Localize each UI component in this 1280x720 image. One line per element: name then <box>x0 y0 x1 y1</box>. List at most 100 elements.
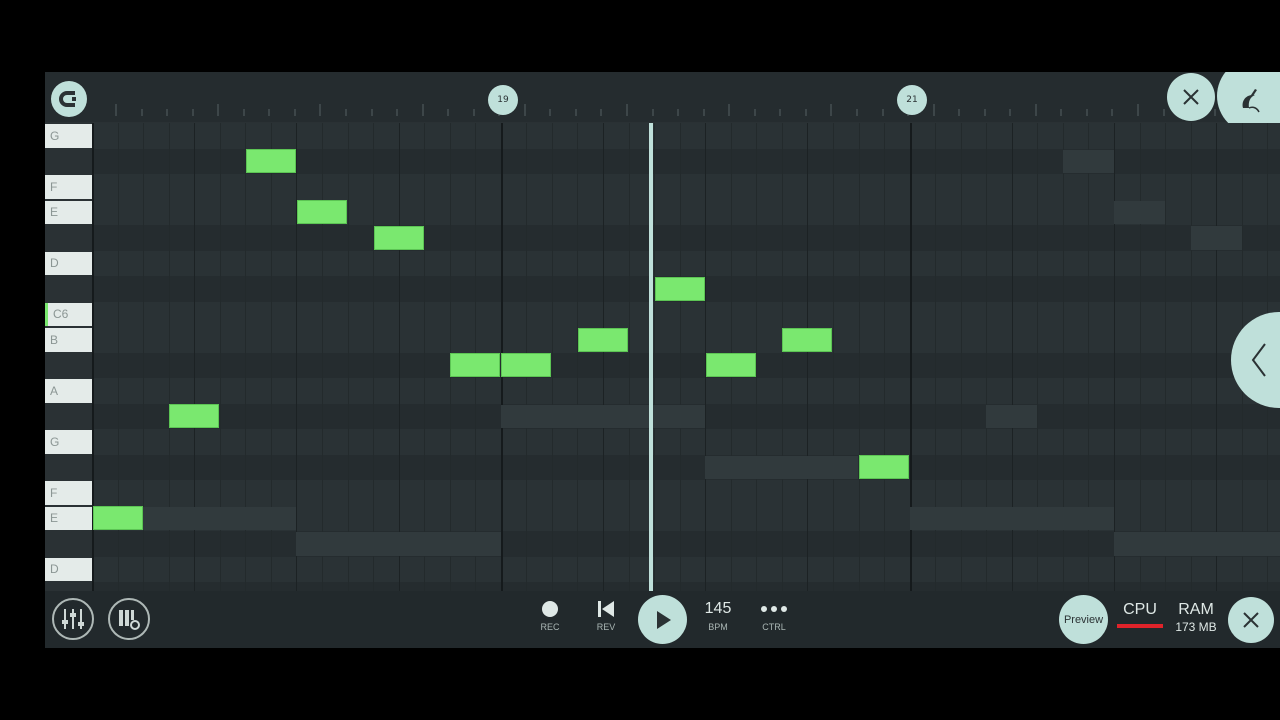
ruler-tick <box>574 109 577 116</box>
grid-line <box>858 123 860 591</box>
mixer-button[interactable] <box>52 598 94 640</box>
ruler-tick <box>191 109 194 116</box>
grid-line <box>756 123 758 591</box>
note-block[interactable] <box>245 149 296 173</box>
note-block[interactable] <box>501 353 552 377</box>
bar-marker-19[interactable]: 19 <box>488 85 518 115</box>
note-block[interactable] <box>577 327 629 352</box>
ghost-note <box>1062 149 1114 173</box>
close-app-button[interactable] <box>1228 597 1274 643</box>
piano-key-g[interactable]: G <box>45 124 92 148</box>
piano-settings-button[interactable] <box>108 598 150 640</box>
ghost-note <box>500 404 706 428</box>
ghost-note <box>296 532 501 556</box>
note-block[interactable] <box>296 200 347 224</box>
ruler-tick <box>421 104 424 116</box>
ruler-tick <box>523 104 526 116</box>
ruler-tick <box>549 109 552 116</box>
grid-line <box>679 123 681 591</box>
close-editor-button[interactable] <box>1167 73 1215 121</box>
ghost-note <box>705 455 859 479</box>
ruler-tick <box>140 109 143 116</box>
record-button[interactable]: REC <box>530 599 570 644</box>
grid-line <box>398 123 400 591</box>
mixer-icon <box>62 609 84 629</box>
grid-line <box>1190 123 1192 591</box>
magnet-snap-button[interactable] <box>51 81 87 117</box>
record-icon <box>542 601 558 617</box>
ruler-tick <box>855 109 858 116</box>
note-block[interactable] <box>782 327 833 352</box>
grid-line <box>551 123 553 591</box>
magnet-icon <box>59 91 76 107</box>
grid-line <box>603 123 604 591</box>
piano-key-f[interactable]: F <box>45 175 92 199</box>
piano-key-e[interactable]: E <box>45 506 92 530</box>
ghost-note <box>143 506 297 530</box>
ruler-tick <box>166 109 169 116</box>
ghost-note <box>1114 532 1280 556</box>
note-block[interactable] <box>705 353 756 377</box>
ruler-tick <box>447 109 450 116</box>
note-block[interactable] <box>373 225 424 250</box>
ruler-tick <box>881 109 884 116</box>
piano-key-b[interactable]: B <box>45 328 92 352</box>
grid-line <box>781 123 783 591</box>
playhead[interactable] <box>649 123 653 591</box>
ruler-tick <box>115 104 117 116</box>
play-button[interactable] <box>638 595 687 644</box>
fruit-logo-icon <box>1242 89 1260 113</box>
bar-marker-21[interactable]: 21 <box>897 85 927 115</box>
ruler-tick <box>804 109 807 116</box>
ruler-tick <box>677 109 680 116</box>
note-block[interactable] <box>450 353 501 377</box>
piano-key-c6[interactable]: C6 <box>45 302 92 326</box>
piano-key-a[interactable]: A <box>45 379 92 403</box>
preview-button[interactable]: Preview <box>1059 595 1108 644</box>
grid-line <box>424 123 426 591</box>
tempo-label: BPM <box>708 622 728 632</box>
grid-line <box>1216 123 1218 591</box>
ruler-tick <box>1137 104 1139 116</box>
tempo-button[interactable]: 145 BPM <box>698 599 738 644</box>
controls-button[interactable]: CTRL <box>754 599 794 644</box>
piano-key-d[interactable]: D <box>45 251 92 275</box>
note-block[interactable] <box>92 506 143 530</box>
ruler-tick <box>319 104 322 116</box>
cpu-meter: CPU <box>1117 601 1163 628</box>
piano-key-g[interactable]: G <box>45 430 92 454</box>
ruler-tick <box>344 109 347 116</box>
ruler-tick <box>600 109 603 116</box>
rewind-button[interactable]: REV <box>586 599 626 644</box>
ruler-tick <box>293 109 296 116</box>
ruler-tick <box>830 104 833 116</box>
rewind-icon <box>598 601 614 617</box>
note-block[interactable] <box>654 276 705 301</box>
note-block[interactable] <box>169 404 220 428</box>
ruler-tick <box>1009 109 1012 116</box>
close-icon <box>1183 89 1199 105</box>
note-grid[interactable] <box>92 123 1280 591</box>
ruler-tick <box>958 109 961 116</box>
piano-settings-icon <box>119 610 140 630</box>
ruler-tick <box>268 109 271 116</box>
ghost-note <box>1190 226 1242 250</box>
ruler-tick <box>932 104 935 116</box>
piano-roll-app: 19 21 G F E D C6 B A G F E D REC REV 145… <box>45 72 1280 648</box>
ram-meter: RAM 173 MB <box>1171 601 1221 634</box>
cpu-label: CPU <box>1123 601 1157 618</box>
piano-keyboard[interactable]: G F E D C6 B A G F E D <box>45 123 92 591</box>
grid-line <box>296 123 298 591</box>
piano-key-f[interactable]: F <box>45 481 92 505</box>
grid-line <box>577 123 579 591</box>
timeline-ruler[interactable]: 19 21 <box>45 72 1280 134</box>
piano-key-d[interactable]: D <box>45 557 92 581</box>
ruler-tick <box>472 109 475 116</box>
ruler-tick <box>217 104 220 116</box>
piano-key-e[interactable]: E <box>45 200 92 224</box>
grid-line <box>832 123 834 591</box>
ruler-tick <box>396 109 399 116</box>
ghost-note <box>1114 200 1166 224</box>
grid-line <box>1114 123 1115 591</box>
note-block[interactable] <box>859 455 910 479</box>
